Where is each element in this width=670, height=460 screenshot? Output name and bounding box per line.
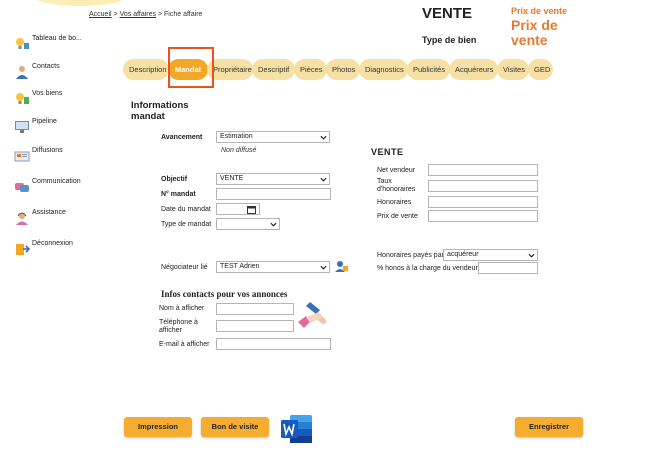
diffusion-icon (14, 151, 30, 162)
tab-descriptif[interactable]: Descriptif (252, 59, 295, 80)
sidebar-item-label: Déconnexion (32, 240, 73, 247)
sidebar-item-biens[interactable]: Vos biens (14, 90, 109, 106)
avancement-label: Avancement (161, 134, 203, 141)
numero-mandat-input[interactable] (216, 188, 331, 200)
numero-mandat-label: N° mandat (161, 191, 196, 198)
honoraires-payes-value: acquéreur (447, 251, 479, 258)
user-edit-icon[interactable] (335, 260, 348, 273)
sidebar-item-communication[interactable]: Communication (14, 178, 109, 194)
tab-diagnostics[interactable]: Diagnostics (359, 59, 408, 80)
tab-description[interactable]: Description (123, 59, 169, 80)
sidebar-item-label: Vos biens (32, 90, 63, 97)
honoraires-payes-label: Honoraires payés par (377, 252, 444, 259)
tab-ged[interactable]: GED (528, 59, 553, 80)
transaction-type-title: VENTE (422, 5, 473, 22)
sidebar-item-label: Communication (32, 178, 81, 185)
breadcrumb-home-link[interactable]: Accueil (89, 11, 112, 18)
section-title-contacts: Infos contacts pour vos annonces (161, 289, 288, 299)
sidebar-item-assistance[interactable]: Assistance (14, 209, 109, 225)
breadcrumb-separator: > (113, 11, 118, 18)
date-mandat-label: Date du mandat (161, 206, 211, 213)
lightbulb-icon (16, 38, 29, 49)
telephone-afficher-label: Téléphone à afficher (159, 319, 198, 334)
sidebar-item-label: Tableau de bo... (32, 35, 82, 42)
objectif-label: Objectif (161, 176, 188, 183)
decorative-blob (30, 0, 130, 6)
bon-visite-button[interactable]: Bon de visite (201, 417, 269, 437)
chevron-down-icon (320, 177, 327, 182)
taux-honoraires-input[interactable] (428, 180, 538, 192)
nom-afficher-label: Nom à afficher (159, 305, 205, 312)
price-value: Prix de vente (511, 17, 558, 48)
sidebar-item-logout[interactable]: Déconnexion (14, 240, 109, 256)
honos-vendeur-label: % honos à la charge du vendeur (377, 265, 478, 272)
email-afficher-label: E-mail à afficher (159, 341, 210, 348)
negociateur-select[interactable]: TEST Adrien (216, 261, 330, 273)
impression-button[interactable]: Impression (124, 417, 192, 437)
tab-proprietaire[interactable]: Propriétaire (207, 59, 253, 80)
support-icon (16, 212, 28, 225)
negociateur-value: TEST Adrien (220, 263, 260, 270)
breadcrumb-separator: > (157, 11, 163, 18)
net-vendeur-label: Net vendeur (377, 167, 416, 174)
sidebar-item-label: Contacts (32, 63, 60, 70)
chevron-down-icon (320, 265, 327, 270)
prix-vente-label: Prix de vente (377, 213, 418, 220)
sidebar-item-label: Diffusions (32, 147, 63, 154)
price-label: Prix de vente (511, 6, 568, 16)
section-title-mandat: Informations mandat (131, 100, 189, 122)
sidebar-item-dashboard[interactable]: Tableau de bo... (14, 35, 109, 51)
avancement-value: Estimation (220, 133, 253, 140)
chevron-down-icon (320, 135, 327, 140)
logout-icon (16, 244, 30, 255)
taux-honoraires-label: Taux d'honoraires (377, 178, 416, 193)
chevron-down-icon (270, 222, 277, 227)
date-mandat-input[interactable] (216, 203, 260, 215)
tab-visites[interactable]: Visites (497, 59, 529, 80)
sidebar-item-label: Pipeline (32, 118, 57, 125)
email-afficher-input[interactable] (216, 338, 331, 350)
tab-publicites[interactable]: Publicités (407, 59, 450, 80)
objectif-select[interactable]: VENTE (216, 173, 330, 185)
net-vendeur-input[interactable] (428, 164, 538, 176)
person-icon (16, 66, 28, 79)
prix-vente-input[interactable] (428, 210, 538, 222)
avancement-select[interactable]: Estimation (216, 131, 330, 143)
type-mandat-label: Type de mandat (161, 221, 212, 228)
sidebar-item-diffusions[interactable]: Diffusions (14, 147, 109, 163)
type-mandat-select[interactable] (216, 218, 280, 230)
property-type-label: Type de bien (422, 35, 477, 45)
chevron-down-icon (528, 253, 535, 258)
tab-mandat[interactable]: Mandat (168, 59, 208, 80)
negociateur-label: Négociateur lié (161, 264, 208, 271)
honoraires-input[interactable] (428, 196, 538, 208)
tab-acquereurs[interactable]: Acquéreurs (449, 59, 498, 80)
word-export-icon[interactable] (280, 414, 314, 444)
sidebar-item-contacts[interactable]: Contacts (14, 63, 109, 79)
tab-photos[interactable]: Photos (326, 59, 360, 80)
telephone-afficher-input[interactable] (216, 320, 294, 332)
objectif-value: VENTE (220, 175, 244, 182)
breadcrumb-affaires-link[interactable]: Vos affaires (120, 11, 156, 18)
honoraires-payes-select[interactable]: acquéreur (443, 249, 538, 261)
monitor-icon (15, 121, 29, 133)
handshake-icon (298, 302, 327, 328)
honoraires-label: Honoraires (377, 199, 412, 206)
honos-vendeur-input[interactable] (478, 262, 538, 274)
nom-afficher-input[interactable] (216, 303, 294, 315)
diffusion-status: Non diffusé (221, 147, 257, 154)
tab-bar: Description Mandat Propriétaire Descript… (123, 59, 553, 80)
tab-pieces[interactable]: Pièces (294, 59, 327, 80)
breadcrumb-current: Fiche affaire (164, 11, 203, 18)
chat-icon (15, 183, 29, 192)
sidebar-item-label: Assistance (32, 209, 66, 216)
breadcrumb: Accueil > Vos affaires > Fiche affaire (89, 11, 202, 18)
section-title-vente: VENTE (371, 147, 404, 157)
sidebar-item-pipeline[interactable]: Pipeline (14, 118, 109, 134)
calendar-icon[interactable] (247, 205, 256, 214)
enregistrer-button[interactable]: Enregistrer (515, 417, 583, 437)
lightbulb-icon (16, 93, 29, 104)
